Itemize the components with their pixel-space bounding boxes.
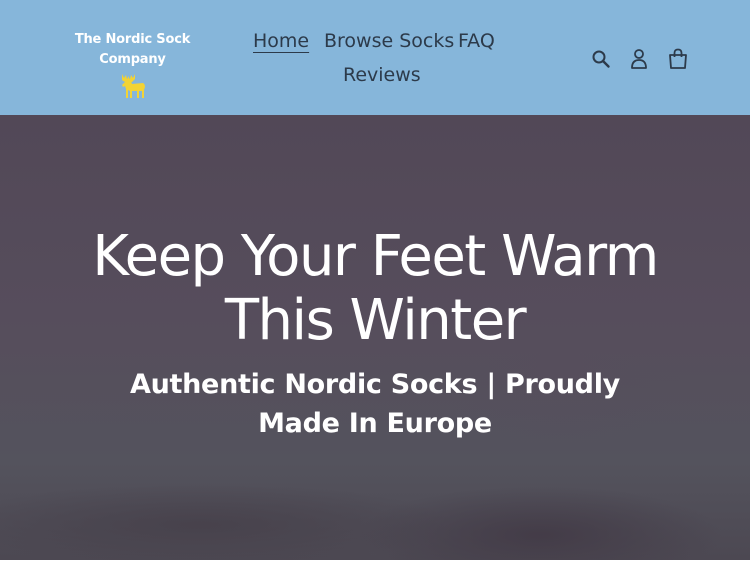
main-nav: Home Browse Socks FAQ Reviews (240, 26, 510, 96)
hero-title: Keep Your Feet Warm This Winter (92, 224, 659, 353)
hero-subtitle: Authentic Nordic Socks | Proudly Made In… (130, 369, 620, 439)
site-header: The Nordic Sock Company Home Browse Sock… (0, 0, 750, 115)
store-name: The Nordic Sock Company (74, 32, 191, 67)
hero-banner: Keep Your Feet Warm This Winter Authenti… (0, 115, 750, 560)
nav-home-link[interactable]: Home (253, 26, 309, 56)
cart-icon[interactable] (665, 46, 691, 72)
moose-icon (121, 74, 145, 98)
account-icon[interactable] (626, 46, 652, 72)
nav-faq-link[interactable]: FAQ (458, 26, 495, 56)
nav-browse-socks-link[interactable]: Browse Socks (324, 26, 454, 56)
nav-reviews-link[interactable]: Reviews (343, 60, 421, 90)
store-logo[interactable]: The Nordic Sock Company (40, 30, 225, 98)
search-icon[interactable] (588, 46, 614, 72)
